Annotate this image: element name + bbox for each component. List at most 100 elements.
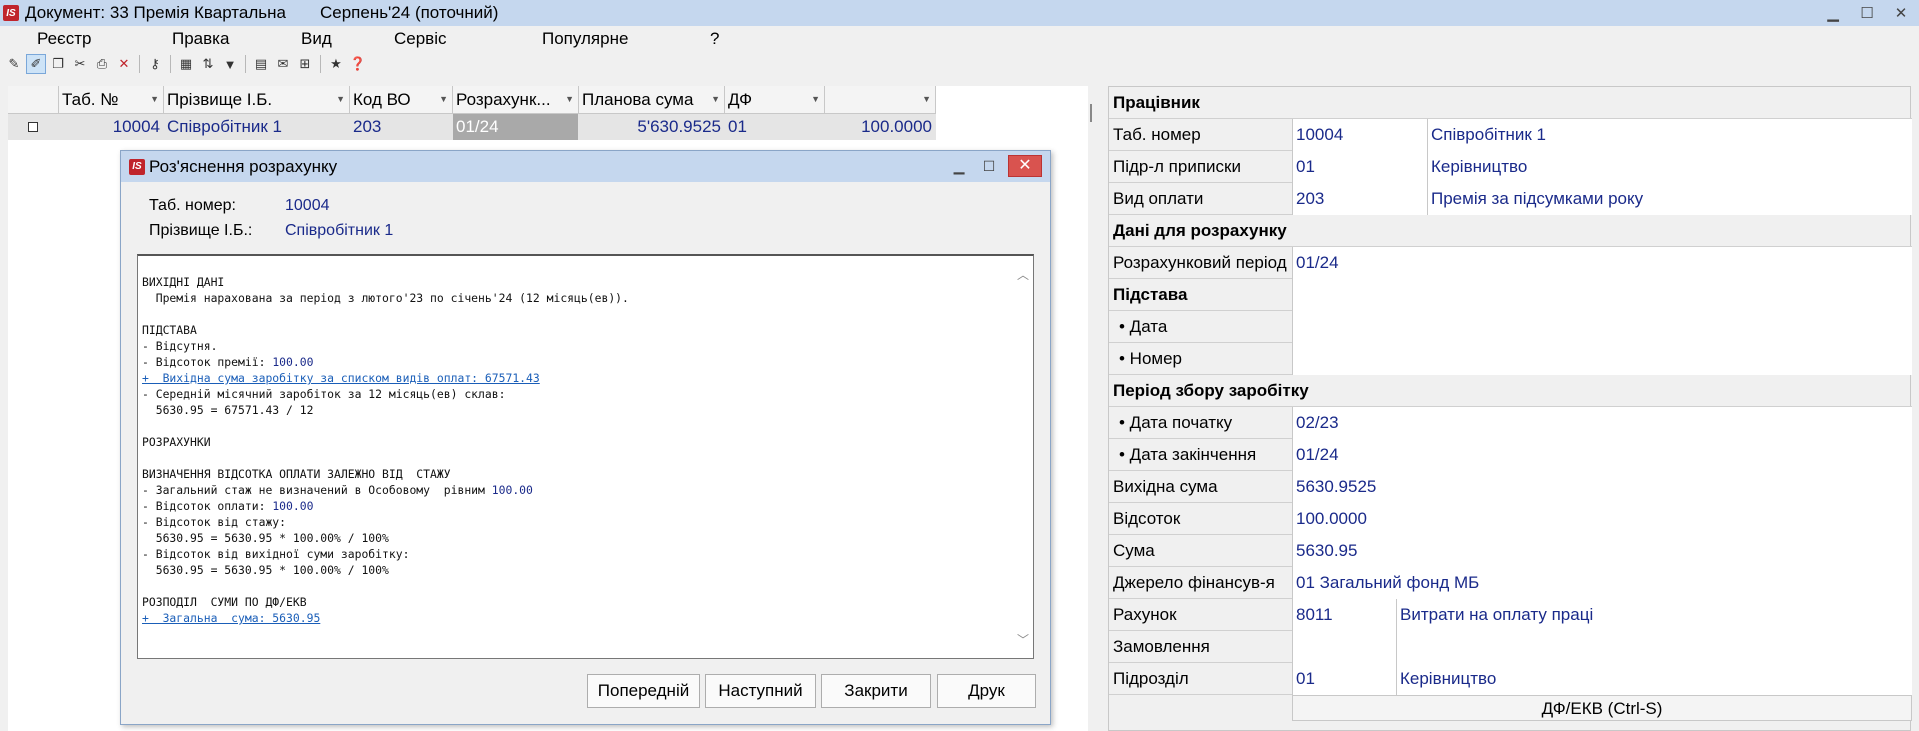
account-code[interactable]: 8011 (1292, 599, 1396, 631)
scroll-up-icon[interactable]: ︿ (1017, 266, 1029, 283)
basis-number-field[interactable] (1292, 343, 1912, 375)
dialog-title: Роз'яснення розрахунку (149, 156, 338, 176)
tab-number-name[interactable]: Співробітник 1 (1427, 119, 1912, 151)
help-icon[interactable]: ❓ (348, 54, 368, 74)
explanation-line[interactable]: + Загальна сума: 5630.95 (142, 610, 629, 626)
menu-popular[interactable]: Популярне (542, 29, 628, 49)
base-sum-field[interactable]: 5630.9525 (1292, 471, 1912, 503)
minimize-icon[interactable]: ▁ (948, 155, 970, 177)
edit-icon[interactable]: ✐ (26, 54, 46, 74)
calculation-explanation-dialog: IS Роз'яснення розрахунку ▁ ☐ ✕ Таб. ном… (120, 150, 1051, 725)
start-date-field[interactable]: 02/23 (1292, 407, 1912, 439)
basis-field[interactable] (1292, 279, 1912, 311)
row-checkbox[interactable] (8, 114, 59, 140)
sort-icon[interactable]: ⇅ (198, 54, 218, 74)
dialog-title-bar: IS Роз'яснення розрахунку ▁ ☐ ✕ (121, 151, 1050, 182)
chevron-down-icon: ▼ (439, 94, 448, 104)
splitter-handle[interactable] (1090, 104, 1092, 122)
dfekv-button[interactable]: ДФ/ЕКВ (Ctrl-S) (1292, 695, 1912, 721)
explanation-line: ВИЗНАЧЕННЯ ВІДСОТКА ОПЛАТИ ЗАЛЕЖНО ВІД С… (142, 467, 451, 481)
maximize-icon[interactable]: ☐ (1857, 4, 1877, 22)
new-icon[interactable]: ✎ (4, 54, 24, 74)
cell-df[interactable]: 01 (725, 114, 825, 140)
cell-calc-period[interactable]: 01/24 (453, 114, 579, 140)
header-tab-number[interactable]: Таб. № ▼ (59, 86, 164, 114)
order-name[interactable] (1396, 631, 1912, 663)
funding-source-field[interactable]: 01 Загальний фонд МБ (1292, 567, 1912, 599)
payment-type-code[interactable]: 203 (1292, 183, 1427, 215)
sum-field[interactable]: 5630.95 (1292, 535, 1912, 567)
explanation-line: 5630.95 = 5630.95 * 100.00% / 100% (142, 563, 389, 577)
chevron-down-icon: ▼ (922, 94, 931, 104)
mail-icon[interactable]: ✉ (273, 54, 293, 74)
grid-header: Таб. № ▼ Прізвище І.Б. ▼ Код ВО ▼ Розрахунк… (8, 86, 936, 114)
payment-type-name[interactable]: Премія за підсумками року (1427, 183, 1912, 215)
delete-mark-icon[interactable]: ✂ (70, 54, 90, 74)
cell-planned-sum[interactable]: 5'630.9525 (579, 114, 725, 140)
header-checkbox[interactable] (8, 86, 59, 114)
window-period: Серпень'24 (поточний) (319, 3, 499, 22)
menu-edit[interactable]: Правка (172, 29, 229, 49)
cell-code[interactable]: 203 (350, 114, 453, 140)
cell-percent[interactable]: 100.0000 (825, 114, 936, 140)
menu-view[interactable]: Вид (301, 29, 332, 49)
header-code[interactable]: Код ВО ▼ (350, 86, 453, 114)
row-tab-number: Таб. номер 10004 Співробітник 1 (1109, 119, 1912, 151)
document-icon[interactable]: ▤ (251, 54, 271, 74)
favorite-icon[interactable]: ★ (326, 54, 346, 74)
department-code[interactable]: 01 (1292, 151, 1427, 183)
copy-icon[interactable]: ❐ (48, 54, 68, 74)
cell-surname[interactable]: Співробітник 1 (164, 114, 350, 140)
cell-tab-number[interactable]: 10004 (59, 114, 164, 140)
explanation-line[interactable]: + Вихідна сума заробітку за списком виді… (142, 370, 629, 386)
scroll-down-icon[interactable]: ﹀ (1017, 631, 1029, 648)
explanation-line (142, 418, 629, 434)
tab-number-code[interactable]: 10004 (1292, 119, 1427, 151)
header-planned-sum[interactable]: Планова сума ▼ (579, 86, 725, 114)
menu-registry[interactable]: Реєстр (37, 29, 91, 49)
explanation-text-area[interactable]: ВИХІДНІ ДАНІ Премія нарахована за період… (137, 254, 1034, 659)
row-dfekv: ДФ/ЕКВ (Ctrl-S) (1109, 695, 1912, 727)
menu-help[interactable]: ? (710, 29, 719, 49)
menu-service[interactable]: Сервіс (394, 29, 447, 49)
account-name[interactable]: Витрати на оплату праці (1396, 599, 1912, 631)
explanation-line: 5630.95 = 5630.95 * 100.00% / 100% (142, 531, 389, 545)
window-title: Документ: 33 Премія Квартальна (25, 3, 286, 22)
minimize-icon[interactable]: ▁ (1823, 4, 1843, 22)
header-percent[interactable]: ▼ (825, 86, 936, 114)
delete-icon[interactable]: ✕ (114, 54, 134, 74)
header-df[interactable]: ДФ ▼ (725, 86, 825, 114)
close-button[interactable]: Закрити (821, 674, 931, 708)
unit-code[interactable]: 01 (1292, 663, 1396, 695)
table-row[interactable]: 10004 Співробітник 1 203 01/24 5'630.952… (8, 114, 936, 140)
export-icon[interactable]: ⊞ (295, 54, 315, 74)
next-button[interactable]: Наступний (705, 674, 816, 708)
end-date-field[interactable]: 01/24 (1292, 439, 1912, 471)
table-icon[interactable]: ▦ (176, 54, 196, 74)
explanation-line: - Відсоток від вихідної суми заробітку: (142, 547, 410, 561)
chevron-down-icon: ▼ (336, 94, 345, 104)
order-code[interactable] (1292, 631, 1396, 663)
maximize-icon[interactable]: ☐ (978, 155, 1000, 177)
details-panel: Працівник Таб. номер 10004 Співробітник … (1108, 86, 1912, 731)
previous-button[interactable]: Попередній (587, 674, 700, 708)
filter-icon[interactable]: ▼ (220, 54, 240, 74)
row-base-sum: Вихідна сума 5630.9525 (1109, 471, 1912, 503)
header-calc-period[interactable]: Розрахунк... ▼ (453, 86, 579, 114)
window-controls: ▁ ☐ ✕ (1823, 0, 1911, 26)
unit-name[interactable]: Керівництво (1396, 663, 1912, 695)
percent-field[interactable]: 100.0000 (1292, 503, 1912, 535)
close-icon[interactable]: ✕ (1008, 155, 1042, 177)
basis-date-field[interactable] (1292, 311, 1912, 343)
field-label: Підр-л приписки (1113, 157, 1241, 176)
close-icon[interactable]: ✕ (1891, 4, 1911, 22)
calc-period-field[interactable]: 01/24 (1292, 247, 1912, 279)
key-icon[interactable]: ⚷ (145, 54, 165, 74)
header-surname[interactable]: Прізвище І.Б. ▼ (164, 86, 350, 114)
print-icon[interactable]: ⎙ (92, 54, 112, 74)
field-label: Розрахунковий період (1113, 253, 1287, 272)
menu-bar: Реєстр Правка Вид Сервіс Популярне ? (0, 26, 1919, 52)
print-button[interactable]: Друк (937, 674, 1036, 708)
surname-label: Прізвище І.Б.: (149, 222, 253, 239)
department-name[interactable]: Керівництво (1427, 151, 1912, 183)
